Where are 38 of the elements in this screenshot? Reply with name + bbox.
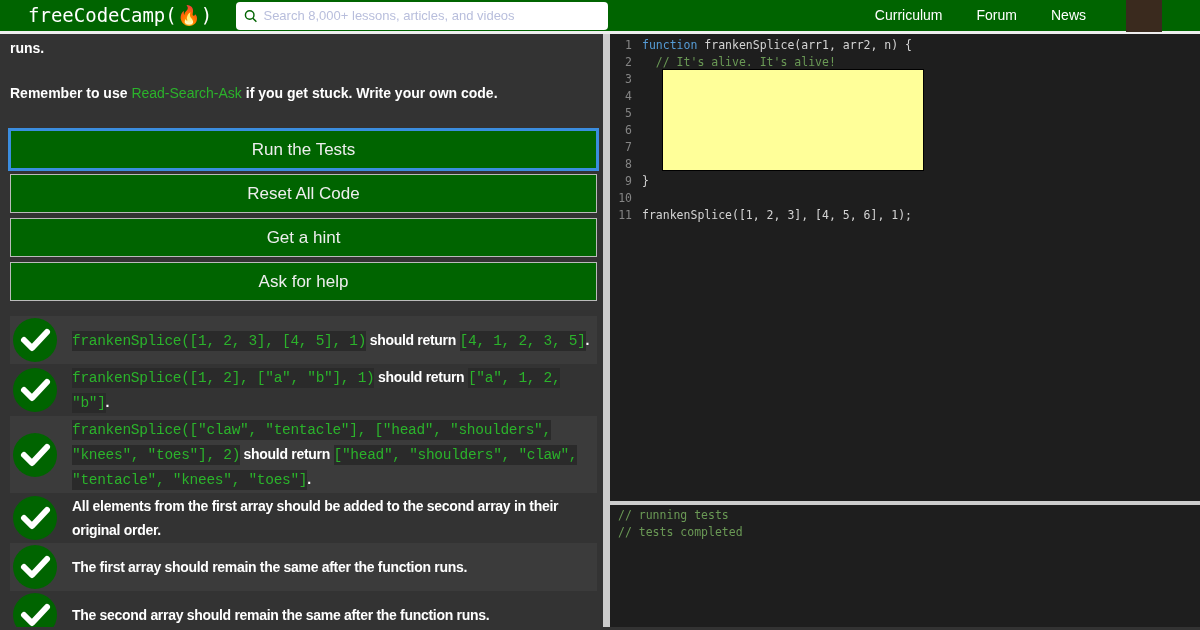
test-description: The first array should remain the same after the function runs. — [72, 558, 467, 577]
line-number: 7 — [624, 139, 633, 156]
code-line: frankenSplice([1, 2, 3], [4, 5, 6], 1); — [642, 208, 913, 222]
action-button[interactable]: Run the Tests — [10, 130, 597, 169]
line-number: 3 — [624, 71, 633, 88]
test-description: frankenSplice([1, 2], ["a", "b"], 1) should return ["a", 1, 2, "b"]. — [72, 367, 562, 415]
line-number: 6 — [624, 122, 633, 139]
nav-link[interactable]: Forum — [976, 5, 1017, 26]
search-icon — [244, 8, 258, 23]
avatar-photo-placeholder[interactable] — [1126, 0, 1162, 32]
console-output-line: // running tests — [618, 507, 730, 524]
site-logo[interactable]: freeCodeCamp(🔥) — [28, 1, 213, 30]
line-number: 2 — [624, 54, 633, 71]
line-number: 4 — [624, 88, 633, 105]
nav-link[interactable]: News — [1051, 5, 1086, 26]
test-description: The second array should remain the same after the function runs. — [72, 606, 490, 625]
line-number: 11 — [617, 207, 633, 224]
search-field[interactable]: Search 8,000+ lessons, articles, and videos — [236, 1, 609, 30]
action-button[interactable]: Get a hint — [10, 218, 597, 257]
instruction-text: runs. — [10, 39, 46, 58]
line-number: 9 — [624, 173, 633, 190]
line-number: 1 — [624, 37, 633, 54]
action-button[interactable]: Ask for help — [10, 262, 597, 301]
code-line: } — [642, 174, 649, 188]
search-input[interactable]: Search 8,000+ lessons, articles, and videos — [261, 4, 601, 27]
nav-link[interactable]: Curriculum — [874, 5, 943, 26]
code-line: function frankenSplice(arr1, arr2, n) { — [642, 38, 913, 52]
line-number: 5 — [624, 105, 633, 122]
console-output-line: // tests completed — [618, 524, 744, 541]
code-line: // It's alive. It's alive! — [654, 55, 836, 69]
test-description: frankenSplice(["claw", "tentacle"], ["head", "shoulders", "knees", "toes"], 2) should return ["head", "shoulders", "claw", "tentacle", "knees", "toes"]. — [72, 419, 579, 492]
test-description: All elements from the first array should be added to the second array in their original order. — [72, 497, 560, 540]
test-description: frankenSplice([1, 2, 3], [4, 5], 1) should return [4, 1, 2, 3, 5]. — [72, 329, 590, 353]
read-search-ask-link[interactable]: Read-Search-Ask — [131, 85, 242, 101]
action-button[interactable]: Reset All Code — [10, 174, 597, 213]
line-number: 8 — [624, 156, 633, 173]
reminder-text: Remember to use Read-Search-Ask if you get stuck. Write your own code. — [10, 84, 499, 103]
line-number: 10 — [617, 190, 633, 207]
